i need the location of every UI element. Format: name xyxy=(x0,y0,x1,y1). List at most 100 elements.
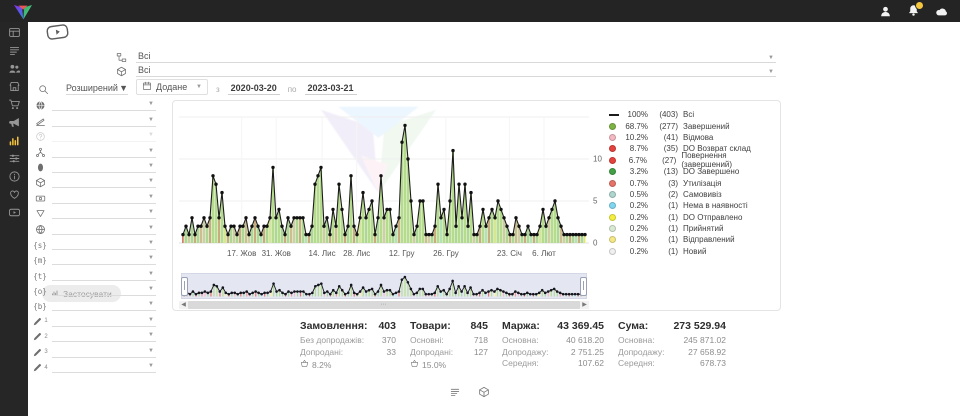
app-root: Всі▼ Всі▼ Розширений▼ Додане▼ з 2020-03-… xyxy=(0,0,960,416)
sidebar-item-support[interactable] xyxy=(0,188,28,206)
panel-filter-select[interactable]: ▼ xyxy=(52,360,156,373)
panel-filter-select[interactable]: ▼ xyxy=(52,129,156,142)
panel-filter-select[interactable]: ▼ xyxy=(52,237,156,250)
legend-color-swatch xyxy=(609,180,616,187)
pencil-3-icon: 3 xyxy=(28,347,52,358)
product-filter[interactable]: Всі▼ xyxy=(116,65,776,77)
chart-scrollbar[interactable]: ◀ ⋯ ▶ xyxy=(179,301,589,309)
panel-filter-row-18[interactable]: 4▼ xyxy=(28,358,162,373)
app-logo[interactable] xyxy=(12,3,34,20)
panel-filter-row-16[interactable]: 2▼ xyxy=(28,327,162,342)
legend-item[interactable]: 6.7%(27)Повернення (завершений) xyxy=(609,155,777,166)
date-field-value: Додане xyxy=(156,82,187,92)
scroll-left-arrow[interactable]: ◀ xyxy=(179,301,188,309)
stat-value: 403 xyxy=(378,320,396,332)
panel-filter-row-17[interactable]: 3▼ xyxy=(28,342,162,357)
sidebar-item-cart[interactable] xyxy=(0,98,28,116)
panel-filter-row-3[interactable]: ▼ xyxy=(28,127,162,142)
scrollbar-thumb[interactable]: ⋯ xyxy=(188,301,580,309)
panel-filter-row-14[interactable]: {b}▼ xyxy=(28,296,162,311)
legend-percent: 0.2% xyxy=(622,224,648,233)
panel-filter-row-7[interactable]: ▼ xyxy=(28,188,162,203)
panel-filter-row-15[interactable]: 1▼ xyxy=(28,311,162,326)
chart-navigator[interactable] xyxy=(181,273,587,299)
panel-filter-select[interactable]: ▼ xyxy=(52,98,156,111)
sidebar-item-store[interactable] xyxy=(0,80,28,98)
legend-item[interactable]: 0.2%(1)Відправлений xyxy=(609,234,777,245)
megaphone-icon xyxy=(8,116,21,134)
play-card-icon[interactable] xyxy=(46,24,69,45)
svg-text:10: 10 xyxy=(593,155,602,164)
legend-item[interactable]: 100%(403)Всі xyxy=(609,109,777,120)
search-mode-select[interactable]: Розширений▼ xyxy=(66,83,128,95)
legend-item[interactable]: 0.2%(1)Нема в наявності xyxy=(609,200,777,211)
legend-item[interactable]: 0.2%(1)Прийнятий xyxy=(609,223,777,234)
panel-filter-select[interactable]: ▼ xyxy=(52,345,156,358)
notifications-bell-icon[interactable] xyxy=(907,4,920,19)
date-field-select[interactable]: Додане▼ xyxy=(136,79,208,95)
legend-item[interactable]: 0.7%(3)Утилізація xyxy=(609,177,777,188)
panel-filter-row-13[interactable]: {o}▼ xyxy=(28,281,162,296)
panel-filter-row-12[interactable]: {t}▼ xyxy=(28,265,162,280)
stat-title: Сума: xyxy=(618,320,648,332)
bar-chart-icon xyxy=(8,134,21,152)
panel-filter-select[interactable]: ▼ xyxy=(52,206,156,219)
sidebar-item-orders[interactable] xyxy=(0,44,28,62)
stat-sub-value: 2 751.25 xyxy=(571,347,604,359)
sidebar-item-about[interactable] xyxy=(0,170,28,188)
upsell-percent: 15.0% xyxy=(422,360,446,370)
panel-filter-row-5[interactable]: ▼ xyxy=(28,158,162,173)
navigator-left-handle[interactable] xyxy=(181,277,188,296)
globe-solid-icon xyxy=(28,100,52,111)
panel-filter-row-8[interactable]: ▼ xyxy=(28,204,162,219)
panel-filter-row-1[interactable]: ▼ xyxy=(28,96,162,111)
chevron-down-icon: ▼ xyxy=(768,69,774,75)
sidebar-item-dashboard[interactable] xyxy=(0,26,28,44)
panel-filter-select[interactable]: ▼ xyxy=(52,145,156,158)
panel-filter-row-2[interactable]: ▼ xyxy=(28,111,162,126)
sidebar-item-video-guide[interactable] xyxy=(0,206,28,224)
sidebar-item-settings[interactable] xyxy=(0,152,28,170)
legend-item[interactable]: 0.5%(2)Самовивіз xyxy=(609,189,777,200)
panel-filter-row-4[interactable]: ▼ xyxy=(28,142,162,157)
legend-percent: 8.7% xyxy=(622,144,648,153)
user-icon[interactable] xyxy=(879,5,892,18)
status-filter[interactable]: Всі▼ xyxy=(116,51,776,63)
panel-filter-row-10[interactable]: {s}▼ xyxy=(28,235,162,250)
panel-filter-select[interactable]: ▼ xyxy=(52,175,156,188)
sidebar-item-analytics[interactable] xyxy=(0,134,28,152)
panel-filter-select[interactable]: ▼ xyxy=(52,222,156,235)
legend-item[interactable]: 68.7%(277)Завершений xyxy=(609,120,777,131)
package-icon[interactable] xyxy=(478,386,490,398)
navigator-right-handle[interactable] xyxy=(580,277,587,296)
legend-label: DO Завершено xyxy=(683,167,739,176)
legend-item[interactable]: 10.2%(41)Відмова xyxy=(609,132,777,143)
scroll-right-arrow[interactable]: ▶ xyxy=(580,301,589,309)
sidebar-item-campaigns[interactable] xyxy=(0,116,28,134)
panel-filter-select[interactable]: ▼ xyxy=(52,160,156,173)
panel-filter-select[interactable]: ▼ xyxy=(52,298,156,311)
search-icon[interactable] xyxy=(38,84,49,95)
legend-percent: 6.7% xyxy=(622,156,647,165)
panel-filter-select[interactable]: ▼ xyxy=(52,329,156,342)
date-from-input[interactable]: 2020-03-20 xyxy=(228,83,280,95)
panel-filter-select[interactable]: ▼ xyxy=(52,191,156,204)
brace-o-icon: {o} xyxy=(28,287,52,296)
sidebar-item-customers[interactable] xyxy=(0,62,28,80)
svg-text:17. Жов: 17. Жов xyxy=(227,249,256,258)
panel-filter-select[interactable]: ▼ xyxy=(52,268,156,281)
panel-filter-select[interactable]: ▼ xyxy=(52,283,156,296)
panel-filter-select[interactable]: ▼ xyxy=(52,252,156,265)
panel-filter-row-6[interactable]: ▼ xyxy=(28,173,162,188)
legend-percent: 68.7% xyxy=(622,122,648,131)
list-icon[interactable] xyxy=(449,386,461,398)
panel-filter-select[interactable]: ▼ xyxy=(52,114,156,127)
legend-item[interactable]: 0.2%(1)Новий xyxy=(609,246,777,257)
assistant-icon[interactable] xyxy=(935,5,948,18)
date-to-input[interactable]: 2023-03-21 xyxy=(305,83,357,95)
panel-filter-row-11[interactable]: {m}▼ xyxy=(28,250,162,265)
chevron-down-icon: ▼ xyxy=(148,132,156,138)
panel-filter-row-9[interactable]: ▼ xyxy=(28,219,162,234)
panel-filter-select[interactable]: ▼ xyxy=(52,314,156,327)
legend-item[interactable]: 0.2%(1)DO Отправлено xyxy=(609,212,777,223)
